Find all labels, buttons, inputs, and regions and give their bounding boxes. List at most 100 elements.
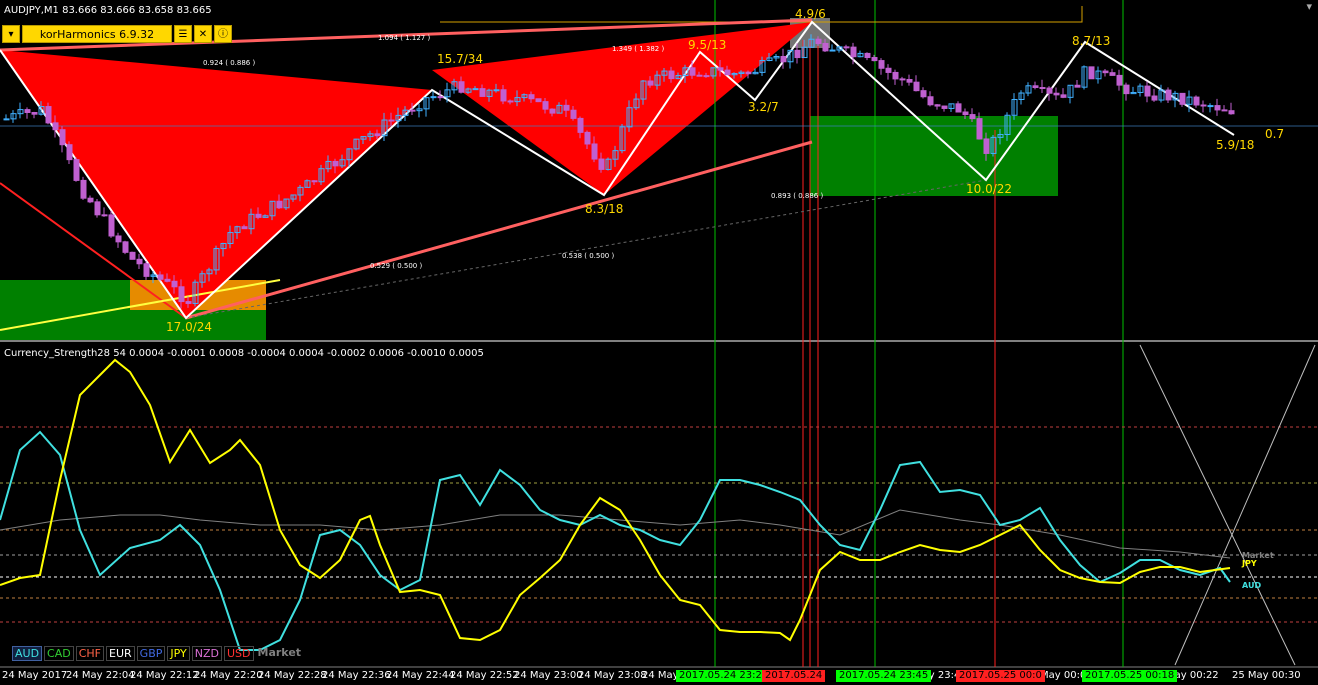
vline-time-badge: 2017.05.24 23:45 [836, 670, 932, 682]
candle-body [962, 111, 969, 116]
candle-body [871, 57, 878, 62]
candle-body [500, 89, 507, 102]
harmonic-label: 8.3/18 [585, 202, 623, 216]
vline-time-badge: 2017.05.25 00:18 [1082, 670, 1178, 682]
candle-body [374, 133, 381, 137]
candle-body [1039, 87, 1046, 90]
candle-body [745, 71, 752, 75]
candle-body [1221, 109, 1228, 112]
candle-body [1046, 87, 1053, 94]
candle-body [332, 160, 339, 167]
legend-aud[interactable]: AUD [12, 646, 43, 661]
candle-body [598, 158, 605, 170]
candle-body [73, 159, 80, 181]
indicator-title: Currency_Strength28 54 0.0004 -0.0001 0.… [4, 348, 484, 359]
candle-body [178, 286, 185, 303]
candle-body [479, 88, 486, 97]
candle-body [31, 112, 38, 115]
candle-body [1102, 70, 1109, 74]
tools-icon[interactable]: ✕ [194, 25, 212, 43]
candle-body [1116, 74, 1123, 86]
harmonic-label: 8.7/13 [1072, 34, 1110, 48]
candle-body [1228, 110, 1235, 115]
candle-body [129, 251, 136, 260]
legend-gbp[interactable]: GBP [136, 646, 166, 661]
legend-eur[interactable]: EUR [106, 646, 135, 661]
candle-body [136, 258, 143, 265]
legend-chf[interactable]: CHF [75, 646, 105, 661]
jpy-end-label: JPY [1241, 559, 1257, 568]
candle-body [892, 71, 899, 80]
dropdown-icon[interactable]: ▾ [2, 25, 20, 43]
candle-body [955, 103, 962, 113]
chart-title: AUDJPY,M1 83.666 83.666 83.658 83.665 [4, 5, 212, 16]
candle-body [976, 118, 983, 140]
candle-body [157, 274, 164, 280]
legend-cad[interactable]: CAD [44, 646, 74, 661]
candle-body [311, 180, 318, 183]
candle-body [899, 78, 906, 81]
candle-body [164, 278, 171, 282]
candle-body [1179, 92, 1186, 105]
candle-body [983, 138, 990, 154]
candle-body [1060, 94, 1067, 98]
candle-body [647, 80, 654, 86]
candle-body [1109, 72, 1116, 76]
candle-body [885, 67, 892, 73]
cross-lines [1139, 344, 1316, 666]
currency-legend: AUD CAD CHF EUR GBP JPY NZD USD Market [12, 646, 303, 661]
indicator-toolbar: ▾ korHarmonics 6.9.32 ☰ ✕ ⓘ [2, 25, 232, 43]
chart-canvas[interactable]: 17.0/24 15.7/34 8.3/18 9.5/13 3.2/7 4.9/… [0, 0, 1318, 685]
candle-body [1144, 85, 1151, 97]
indicator-end-labels: Market JPY AUD [1241, 551, 1274, 590]
indicator-name-button[interactable]: korHarmonics 6.9.32 [22, 25, 172, 43]
candle-body [255, 213, 262, 218]
candle-body [59, 129, 66, 146]
candle-body [829, 49, 836, 52]
candle-body [689, 67, 696, 76]
candle-body [80, 179, 87, 199]
ratio-label: 1.094 ( 1.127 ) [378, 34, 430, 42]
candle-body [794, 49, 801, 59]
candle-body [815, 38, 822, 44]
harmonic-label: 15.7/34 [437, 52, 483, 66]
candle-body [591, 143, 598, 160]
legend-market[interactable]: Market [256, 646, 304, 661]
demand-zone-right [810, 116, 1058, 196]
candle-body [906, 79, 913, 83]
candle-body [66, 144, 73, 161]
legend-jpy[interactable]: JPY [167, 646, 190, 661]
candle-body [409, 109, 416, 112]
candle-body [1088, 66, 1095, 80]
candle-body [437, 96, 444, 99]
settings-sliders-icon[interactable]: ☰ [174, 25, 192, 43]
candle-body [276, 200, 283, 209]
chart-menu-icon[interactable]: ▾ [1306, 0, 1312, 13]
harmonic-label: 3.2/7 [748, 100, 779, 114]
candle-body [668, 70, 675, 80]
indicator-levels [0, 426, 1318, 623]
info-icon[interactable]: ⓘ [214, 25, 232, 43]
time-tick: 24 May 22:28 [258, 670, 327, 681]
candle-body [507, 100, 514, 103]
ratio-label: 0.924 ( 0.886 ) [203, 59, 255, 67]
candle-body [122, 241, 129, 253]
legend-nzd[interactable]: NZD [191, 646, 222, 661]
harmonic-label: 4.9/6 [795, 7, 826, 21]
legend-usd[interactable]: USD [223, 646, 254, 661]
vline-time-badge: 2017.05.24 23:25 [676, 670, 772, 682]
harmonic-label: 5.9/18 [1216, 138, 1254, 152]
harmonic-pattern-1 [0, 50, 432, 318]
candle-body [542, 101, 549, 110]
candle-body [549, 108, 556, 114]
time-tick: 24 May 2017 [2, 670, 68, 681]
candle-body [920, 90, 927, 98]
candle-body [388, 119, 395, 122]
ratio-label: 0.538 ( 0.500 ) [562, 252, 614, 260]
candle-body [472, 88, 479, 91]
candle-body [45, 106, 52, 124]
time-tick: 24 May 23:08 [578, 670, 647, 681]
candle-body [1200, 104, 1207, 107]
vline-time-badge: 2017.05.25 00:0 [956, 670, 1045, 682]
candle-body [703, 75, 710, 78]
